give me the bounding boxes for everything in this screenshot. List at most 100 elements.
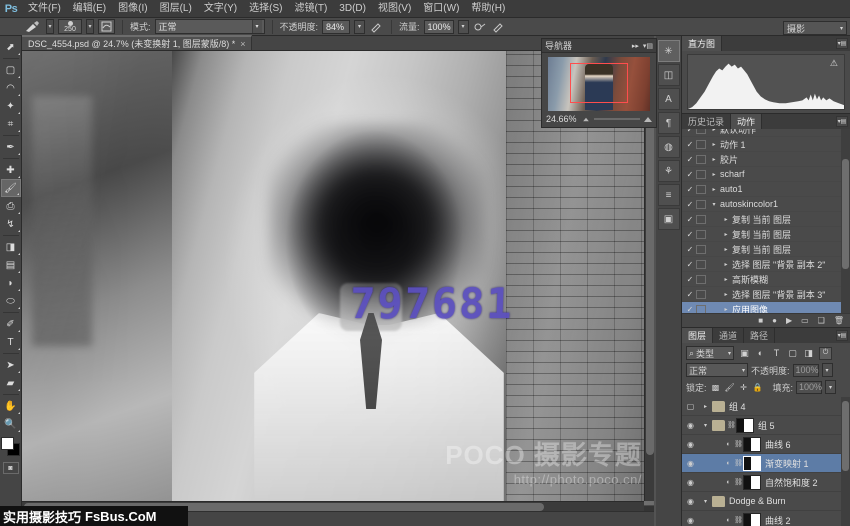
actions-scroll-thumb[interactable] <box>842 159 849 269</box>
lock-all-icon[interactable]: 🔒 <box>752 381 764 393</box>
action-enabled-checkmark[interactable]: ✓ <box>684 230 696 239</box>
quick-mask-toggle[interactable]: ◙ <box>3 462 19 474</box>
mask-link-icon[interactable]: ⛓ <box>734 478 741 486</box>
tab-histogram[interactable]: 直方图 <box>682 36 722 51</box>
layer-opacity-value[interactable]: 100% <box>793 364 819 377</box>
shape-tool[interactable]: ▰ <box>1 374 21 392</box>
action-row[interactable]: ✓▸选择 图层 "背景 副本 2" <box>682 257 841 272</box>
disclosure-triangle-icon[interactable]: ▸ <box>708 186 720 193</box>
mask-link-icon[interactable]: ⛓ <box>734 440 741 448</box>
layer-visibility-icon[interactable]: ◉ <box>684 516 697 525</box>
action-row[interactable]: ✓▾autoskincolor1 <box>682 197 841 212</box>
opacity-pressure-icon[interactable] <box>369 19 384 34</box>
layer-filter-kind-select[interactable]: ⌕ 类型 ▾ <box>686 346 734 360</box>
lock-transparency-icon[interactable]: ▩ <box>710 381 722 393</box>
menu-item-9[interactable]: 窗口(W) <box>417 0 465 17</box>
eyedropper-tool[interactable]: ✒ <box>1 138 21 156</box>
layers-list[interactable]: ▢▸组 4◉▾⛓组 5◉◐⛓曲线 6◉◐⛓渐变映射 1◉◐⛓自然饱和度 2◉▾D… <box>682 397 841 526</box>
action-enabled-checkmark[interactable]: ✓ <box>684 129 696 134</box>
dodge-tool[interactable]: ⬭ <box>1 292 21 310</box>
action-row[interactable]: ✓▸动作 1 <box>682 137 841 152</box>
action-enabled-checkmark[interactable]: ✓ <box>684 215 696 224</box>
lock-image-icon[interactable]: 🖌 <box>724 381 736 393</box>
foreground-color-swatch[interactable] <box>1 437 14 450</box>
action-dialog-toggle[interactable] <box>696 260 706 269</box>
navigator-zoom-value[interactable]: 24.66% <box>546 114 578 124</box>
brush-panel-caret[interactable]: ▾ <box>86 19 94 34</box>
character-dock-icon[interactable]: A <box>658 88 680 110</box>
quick-selection-tool[interactable]: ✦ <box>1 97 21 115</box>
actions-scrollbar[interactable] <box>841 129 850 313</box>
layer-row[interactable]: ◉◐⛓曲线 2 <box>682 511 841 526</box>
navigator-zoom-slider[interactable] <box>594 118 640 120</box>
action-dialog-toggle[interactable] <box>696 275 706 284</box>
opacity-input[interactable]: 84% <box>322 20 350 34</box>
disclosure-triangle-icon[interactable]: ▸ <box>708 171 720 178</box>
layer-filter-toggle[interactable]: ⏻ <box>819 347 832 360</box>
disclosure-triangle-icon[interactable]: ▾ <box>701 422 710 429</box>
clone-stamp-tool[interactable]: ⎙ <box>1 197 21 215</box>
pen-tool[interactable]: ✐ <box>1 315 21 333</box>
actions-list[interactable]: ✓▸默认动作✓▸动作 1✓▸胶片✓▸scharf✓▸auto1✓▾autoski… <box>682 129 841 313</box>
brush-preset-caret[interactable]: ▾ <box>46 19 54 34</box>
action-dialog-toggle[interactable] <box>696 290 706 299</box>
disclosure-triangle-icon[interactable]: ▸ <box>720 216 732 223</box>
disclosure-triangle-icon[interactable]: ▸ <box>720 291 732 298</box>
flow-stepper[interactable]: ▾ <box>458 20 469 34</box>
delete-action-button[interactable]: 🗑 <box>834 316 844 325</box>
panel-menu-icon[interactable]: ▾▤ <box>643 42 653 50</box>
action-enabled-checkmark[interactable]: ✓ <box>684 140 696 149</box>
brush-size-field[interactable]: 250 <box>58 19 82 34</box>
filter-smart-object-icon[interactable]: ◨ <box>801 346 816 360</box>
menu-item-0[interactable]: 文件(F) <box>22 0 67 17</box>
zoom-tool[interactable]: 🔍 <box>1 415 21 433</box>
layer-row[interactable]: ◉◐⛓曲线 6 <box>682 435 841 454</box>
navigator-view-rectangle[interactable] <box>570 63 627 103</box>
mask-link-icon[interactable]: ⛓ <box>727 421 734 429</box>
layer-row[interactable]: ◉▾⛓组 5 <box>682 416 841 435</box>
layer-fill-stepper[interactable]: ▾ <box>825 380 836 394</box>
move-tool[interactable]: ⬈ <box>1 38 21 56</box>
new-set-button[interactable]: ▭ <box>801 316 809 325</box>
color-wheel-dock-icon[interactable]: ◍ <box>658 136 680 158</box>
layer-mask-thumbnail[interactable] <box>743 475 761 490</box>
path-selection-tool[interactable]: ➤ <box>1 356 21 374</box>
document-tab[interactable]: DSC_4554.psd @ 24.7% (未变换射 1, 图层蒙版/8) * … <box>22 35 252 50</box>
tab-layers[interactable]: 图层 <box>682 328 713 343</box>
info-dock-icon[interactable]: ▣ <box>658 208 680 230</box>
layer-mask-thumbnail[interactable] <box>743 513 761 526</box>
filter-adjustment-icon[interactable]: ◐ <box>753 346 768 360</box>
tab-paths[interactable]: 路径 <box>744 328 775 343</box>
menu-item-5[interactable]: 选择(S) <box>243 0 288 17</box>
brush-tool-icon[interactable] <box>22 20 42 34</box>
action-row[interactable]: ✓▸复制 当前 图层 <box>682 242 841 257</box>
action-row[interactable]: ✓▸auto1 <box>682 182 841 197</box>
flow-input[interactable]: 100% <box>424 20 454 34</box>
disclosure-triangle-icon[interactable]: ▾ <box>701 498 710 505</box>
menu-item-8[interactable]: 视图(V) <box>372 0 417 17</box>
panel-menu-icon[interactable]: ▾▤ <box>836 116 848 127</box>
filter-pixel-icon[interactable]: ▣ <box>737 346 752 360</box>
close-icon[interactable]: × <box>240 39 245 49</box>
disclosure-triangle-icon[interactable]: ▸ <box>720 276 732 283</box>
layer-visibility-icon[interactable]: ◉ <box>684 478 697 487</box>
healing-brush-tool[interactable]: ✚ <box>1 161 21 179</box>
action-enabled-checkmark[interactable]: ✓ <box>684 275 696 284</box>
action-dialog-toggle[interactable] <box>696 155 706 164</box>
crop-tool[interactable]: ⌗ <box>1 115 21 133</box>
clone-source-dock-icon[interactable]: ⚘ <box>658 160 680 182</box>
marquee-tool[interactable]: ▢ <box>1 61 21 79</box>
history-brush-tool[interactable]: ↯ <box>1 215 21 233</box>
paragraph-dock-icon[interactable]: ¶ <box>658 112 680 134</box>
action-dialog-toggle[interactable] <box>696 140 706 149</box>
action-dialog-toggle[interactable] <box>696 185 706 194</box>
action-dialog-toggle[interactable] <box>696 215 706 224</box>
layer-mask-thumbnail[interactable] <box>736 418 754 433</box>
action-row[interactable]: ✓▸胶片 <box>682 152 841 167</box>
tab-actions[interactable]: 动作 <box>731 114 762 129</box>
lasso-tool[interactable]: ◠ <box>1 79 21 97</box>
layer-visibility-icon[interactable]: ◉ <box>684 497 697 506</box>
layers-scrollbar[interactable] <box>841 397 850 526</box>
action-row[interactable]: ✓▸选择 图层 "背景 副本 3" <box>682 287 841 302</box>
brush-pressure-icon[interactable] <box>492 19 507 34</box>
